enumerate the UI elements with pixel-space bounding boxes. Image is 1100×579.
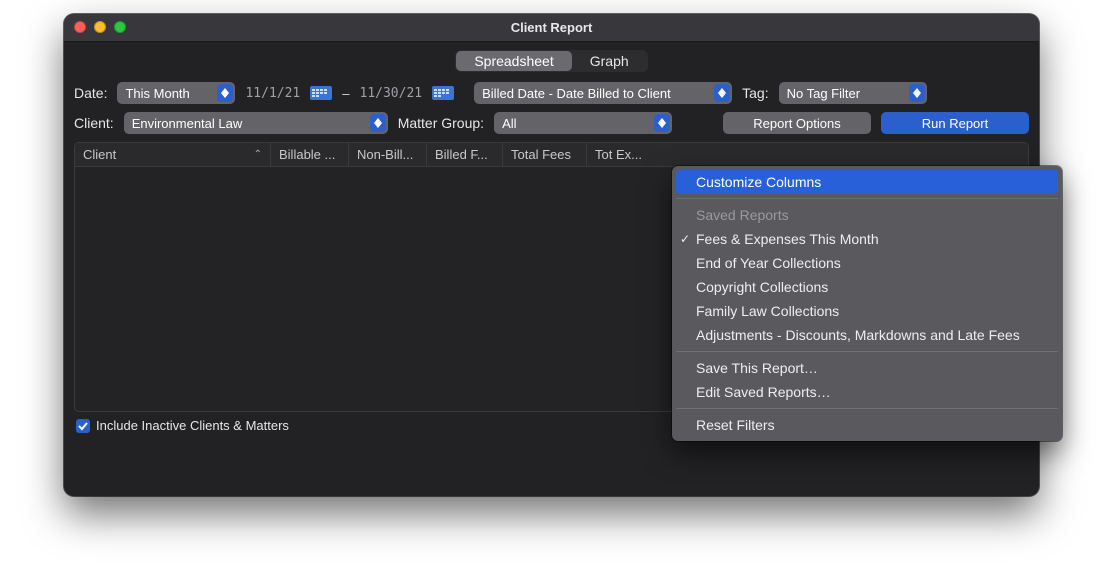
traffic-lights: [74, 21, 126, 33]
tag-dropdown[interactable]: No Tag Filter: [779, 82, 927, 104]
date-separator: –: [342, 86, 349, 101]
titlebar: Client Report: [64, 14, 1039, 42]
date-label: Date:: [74, 85, 107, 101]
column-billed-fees[interactable]: Billed F...: [427, 143, 503, 166]
calendar-icon[interactable]: [310, 84, 332, 102]
table-header: Client Billable ... Non-Bill... Billed F…: [75, 143, 1028, 167]
menu-section-saved-reports: Saved Reports: [676, 203, 1058, 227]
zoom-icon[interactable]: [114, 21, 126, 33]
tag-value: No Tag Filter: [787, 86, 860, 101]
chevron-updown-icon: [714, 84, 730, 102]
column-total-expenses[interactable]: Tot Ex...: [587, 143, 1028, 166]
report-options-menu: Customize Columns Saved Reports ✓ Fees &…: [672, 166, 1062, 441]
column-total-fees[interactable]: Total Fees: [503, 143, 587, 166]
view-segmented: Spreadsheet Graph: [74, 50, 1029, 72]
client-dropdown[interactable]: Environmental Law: [124, 112, 388, 134]
menu-separator: [676, 198, 1058, 199]
chevron-updown-icon: [654, 114, 670, 132]
minimize-icon[interactable]: [94, 21, 106, 33]
chevron-updown-icon: [217, 84, 233, 102]
window-title: Client Report: [64, 20, 1039, 35]
menu-saved-report[interactable]: End of Year Collections: [676, 251, 1058, 275]
report-options-button[interactable]: Report Options: [723, 112, 871, 134]
client-value: Environmental Law: [132, 116, 243, 131]
run-report-label: Run Report: [922, 116, 988, 131]
menu-customize-columns[interactable]: Customize Columns: [676, 170, 1058, 194]
menu-reset-filters[interactable]: Reset Filters: [676, 413, 1058, 437]
tab-spreadsheet[interactable]: Spreadsheet: [456, 51, 571, 71]
menu-save-this-report[interactable]: Save This Report…: [676, 356, 1058, 380]
tab-graph[interactable]: Graph: [572, 51, 647, 71]
menu-edit-saved-reports[interactable]: Edit Saved Reports…: [676, 380, 1058, 404]
menu-saved-report[interactable]: Adjustments - Discounts, Markdowns and L…: [676, 323, 1058, 347]
menu-separator: [676, 351, 1058, 352]
billed-source-dropdown[interactable]: Billed Date - Date Billed to Client: [474, 82, 732, 104]
client-label: Client:: [74, 115, 114, 131]
include-inactive-checkbox[interactable]: [76, 419, 90, 433]
date-preset-dropdown[interactable]: This Month: [117, 82, 235, 104]
matter-group-label: Matter Group:: [398, 115, 484, 131]
chevron-updown-icon: [370, 114, 386, 132]
column-client[interactable]: Client: [75, 143, 271, 166]
check-icon: ✓: [680, 232, 694, 246]
date-start[interactable]: 11/1/21: [245, 86, 300, 101]
matter-group-value: All: [502, 116, 516, 131]
calendar-icon[interactable]: [432, 84, 454, 102]
run-report-button[interactable]: Run Report: [881, 112, 1029, 134]
date-end[interactable]: 11/30/21: [360, 86, 423, 101]
menu-saved-report[interactable]: Copyright Collections: [676, 275, 1058, 299]
column-billable[interactable]: Billable ...: [271, 143, 349, 166]
column-non-billable[interactable]: Non-Bill...: [349, 143, 427, 166]
date-preset-value: This Month: [125, 86, 189, 101]
include-inactive-label: Include Inactive Clients & Matters: [96, 418, 289, 433]
billed-source-value: Billed Date - Date Billed to Client: [482, 86, 671, 101]
menu-saved-report[interactable]: Family Law Collections: [676, 299, 1058, 323]
menu-saved-report[interactable]: ✓ Fees & Expenses This Month: [676, 227, 1058, 251]
report-options-label: Report Options: [753, 116, 840, 131]
menu-separator: [676, 408, 1058, 409]
chevron-updown-icon: [909, 84, 925, 102]
close-icon[interactable]: [74, 21, 86, 33]
tag-label: Tag:: [742, 85, 768, 101]
matter-group-dropdown[interactable]: All: [494, 112, 672, 134]
